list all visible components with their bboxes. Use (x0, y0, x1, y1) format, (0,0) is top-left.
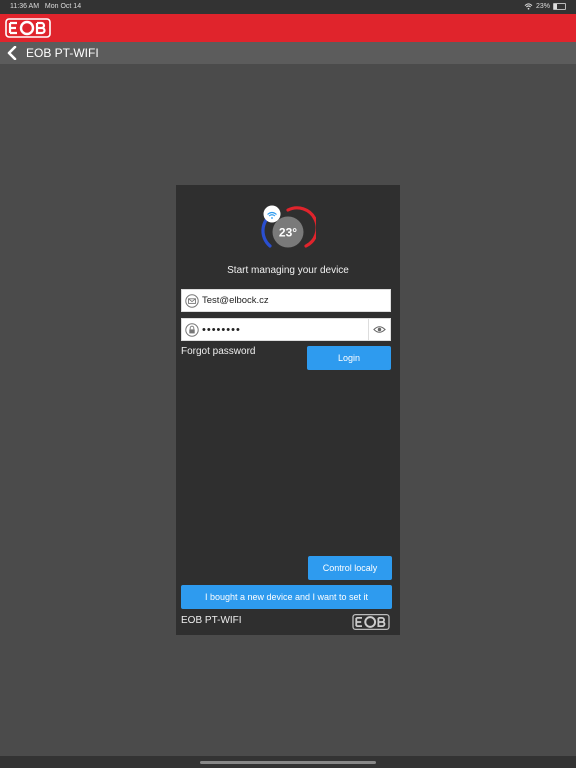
forgot-password-link[interactable]: Forgot password (181, 346, 255, 357)
password-field[interactable] (202, 319, 367, 340)
login-card: 23° Start managing your device Forgot pa (176, 185, 400, 635)
status-time: 11:36 AM Mon Oct 14 (10, 3, 82, 10)
home-indicator[interactable] (200, 761, 376, 764)
brand-header (0, 14, 576, 42)
login-button[interactable]: Login (307, 346, 391, 370)
eye-icon[interactable] (373, 325, 386, 334)
battery-icon (553, 3, 566, 10)
chevron-left-icon[interactable] (6, 46, 18, 60)
new-device-button[interactable]: I bought a new device and I want to set … (181, 585, 392, 609)
envelope-icon (185, 294, 199, 308)
email-field-container (181, 289, 391, 312)
eye-separator (368, 319, 369, 340)
eob-logo-icon (5, 18, 51, 38)
wifi-icon (524, 3, 533, 10)
password-field-container (181, 318, 391, 341)
status-right: 23% (524, 3, 566, 10)
eob-footer-logo-icon (352, 613, 390, 631)
control-locally-button[interactable]: Control localy (308, 556, 392, 580)
email-field[interactable] (202, 290, 367, 311)
status-date: Mon Oct 14 (44, 3, 82, 10)
status-bar: 11:36 AM Mon Oct 14 23% (0, 0, 576, 14)
nav-bar: EOB PT-WIFI (0, 42, 576, 64)
footer-device-name: EOB PT-WIFI (181, 615, 242, 626)
thermostat-icon: 23° (261, 205, 316, 248)
nav-title: EOB PT-WIFI (26, 46, 99, 60)
battery-percent: 23% (535, 3, 550, 10)
bottom-bar (0, 756, 576, 768)
thermostat-temperature: 23° (279, 226, 297, 240)
card-title: Start managing your device (227, 265, 349, 276)
lock-icon (185, 323, 199, 337)
